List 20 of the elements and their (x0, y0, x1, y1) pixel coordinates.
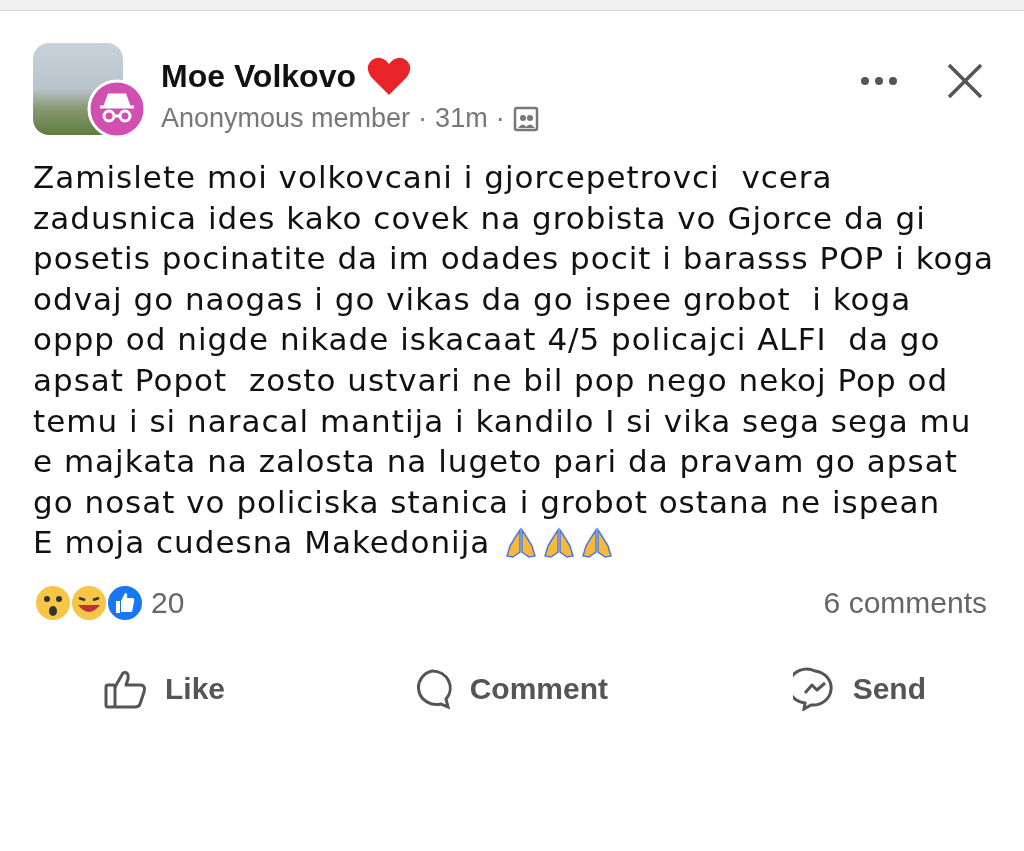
praying-hands-icon (504, 525, 539, 560)
member-label: Anonymous member (161, 103, 411, 134)
post-text: E moja cudesna Makedonija (33, 523, 491, 563)
incognito-icon (87, 79, 147, 139)
group-icon (512, 105, 539, 132)
separator-dot: · (495, 103, 505, 134)
like-button[interactable]: Like (103, 666, 226, 711)
post-time: 31m (435, 103, 488, 134)
comment-button[interactable]: Comment (409, 666, 608, 711)
praying-hands-icon (580, 525, 615, 560)
author-name[interactable]: Moe Volkovo (161, 57, 356, 95)
comment-count[interactable]: 6 comments (823, 585, 987, 620)
send-button[interactable]: Send (792, 666, 926, 711)
post-text: Zamislete moi volkovcani i gjorcepetrovci vcera zadusnica ides kako covek na grobista vo Gjorce da gi posetis pocinatite da im odades pocit i barasss POP i koga odvaj go naogas i go vikas da go ispee grobot i koga oppp od nigde nikade iskacaat 4/5 policajci ALFI da go apsat Popot zosto ustvari ne bil pop nego nekoj Pop od temu i si naracal mantija i kandilo I si vika sega sega mu e majkata na zalosta na lugeto pari da pravam go apsat go nosat vo policiska stanica i grobot ostana ne ispean (33, 158, 996, 522)
reaction-count[interactable]: 20 (151, 585, 185, 620)
praying-hands-icon (542, 525, 577, 560)
close-button[interactable] (945, 61, 985, 101)
more-options-button[interactable] (859, 76, 899, 86)
heart-icon (366, 55, 412, 97)
separator-dot: · (418, 103, 428, 134)
